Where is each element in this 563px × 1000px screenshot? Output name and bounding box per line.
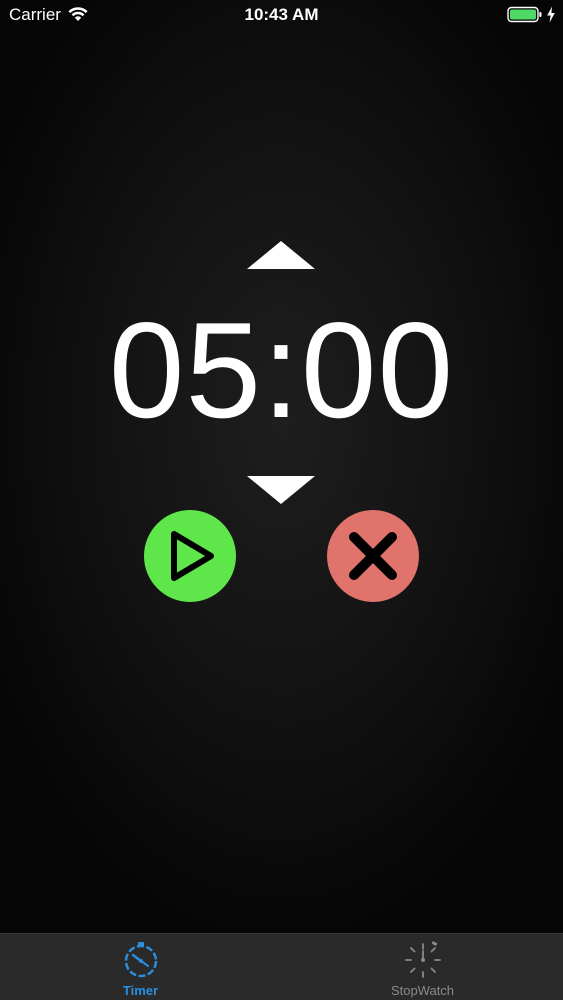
tab-stopwatch-label: StopWatch [390,983,455,998]
tab-stopwatch[interactable]: StopWatch [282,934,563,1000]
timer-icon [124,942,157,978]
tab-timer-label: Timer [122,983,159,998]
tab-bar: Timer StopWatch [0,933,563,1000]
start-button[interactable] [144,510,236,602]
increment-arrow-icon[interactable] [247,241,315,269]
battery-icon [507,6,542,23]
status-time: 10:43 AM [244,5,319,24]
timer-display: 05:00 [108,294,455,446]
close-icon [349,532,397,580]
cancel-button[interactable] [327,510,419,602]
play-icon [171,531,214,581]
stopwatch-icon [404,940,441,978]
decrement-arrow-icon[interactable] [247,476,315,504]
status-bar: Carrier 10:43 AM [0,0,563,30]
tab-timer[interactable]: Timer [0,934,281,1000]
charging-bolt-icon [547,6,555,23]
timer-screen: Carrier 10:43 AM 05:00 Timer StopWatch [0,0,563,1000]
